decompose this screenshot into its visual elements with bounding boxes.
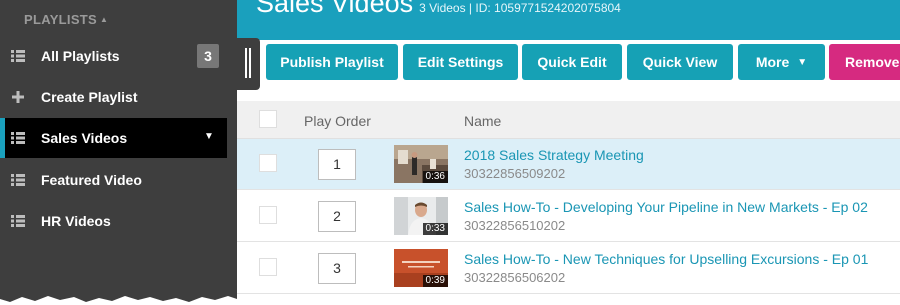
sidebar-item-create-playlist[interactable]: Create Playlist: [0, 77, 227, 117]
handle-grip: [249, 48, 251, 78]
list-icon: [11, 215, 25, 227]
video-duration: 0:33: [422, 223, 448, 235]
table-row[interactable]: 1 0:36 2018 Sales Strategy Meeting 30322…: [237, 139, 900, 190]
list-icon: [11, 174, 25, 186]
table-row[interactable]: 3 0:39 Sales How-To - New Techniques for…: [237, 243, 900, 294]
row-checkbox[interactable]: [259, 258, 277, 276]
video-id: 30322856506202: [464, 270, 566, 285]
video-id: 30322856509202: [464, 166, 566, 181]
video-name-link[interactable]: Sales How-To - Developing Your Pipeline …: [464, 199, 868, 215]
column-header-name[interactable]: Name: [464, 113, 501, 129]
caret-up-icon: ▲: [100, 15, 109, 24]
video-thumbnail[interactable]: 0:33: [394, 197, 448, 235]
page-title: Sales Videos 3 Videos | ID: 1059771524202…: [256, 0, 621, 18]
play-order-input[interactable]: 2: [318, 201, 356, 232]
sidebar-heading[interactable]: PLAYLISTS ▲: [24, 12, 108, 27]
sidebar-item-label: Sales Videos: [41, 130, 128, 146]
active-indicator: [0, 118, 5, 158]
plus-icon: [12, 91, 24, 103]
play-order-input[interactable]: 1: [318, 149, 356, 180]
caret-down-icon: ▼: [797, 56, 808, 68]
playlist-meta: 3 Videos | ID: 1059771524202075804: [419, 1, 621, 15]
sidebar-item-label: Create Playlist: [41, 89, 138, 105]
video-thumbnail[interactable]: 0:36: [394, 145, 448, 183]
caret-down-icon[interactable]: ▼: [204, 131, 214, 142]
torn-edge: [0, 296, 237, 305]
quick-view-button[interactable]: Quick View: [627, 44, 733, 80]
video-thumbnail[interactable]: 0:39: [394, 249, 448, 287]
quick-edit-button[interactable]: Quick Edit: [522, 44, 622, 80]
playlist-count-badge: 3: [197, 44, 219, 68]
table-header: Play Order Name: [237, 101, 900, 139]
remove-button[interactable]: Remove: [829, 44, 900, 80]
sidebar: PLAYLISTS ▲ All Playlists 3 Create Playli…: [0, 0, 237, 305]
row-checkbox[interactable]: [259, 154, 277, 172]
sidebar-collapse-handle[interactable]: [237, 38, 260, 90]
video-duration: 0:36: [422, 171, 448, 183]
more-label: More: [755, 54, 790, 70]
handle-grip: [245, 48, 247, 78]
table-row[interactable]: 2 0:33 Sales How-To - Developing Your Pi…: [237, 191, 900, 242]
more-button[interactable]: More ▼: [738, 44, 825, 80]
video-duration: 0:39: [422, 275, 448, 287]
sidebar-item-label: All Playlists: [41, 48, 120, 64]
sidebar-item-all-playlists[interactable]: All Playlists 3: [0, 36, 227, 76]
sidebar-item-label: Featured Video: [41, 172, 142, 188]
select-all-checkbox[interactable]: [259, 110, 277, 128]
column-header-play-order[interactable]: Play Order: [304, 113, 371, 129]
publish-playlist-button[interactable]: Publish Playlist: [266, 44, 398, 80]
video-name-link[interactable]: 2018 Sales Strategy Meeting: [464, 147, 644, 163]
list-icon: [11, 50, 25, 62]
list-icon: [11, 132, 25, 144]
video-id: 30322856510202: [464, 218, 566, 233]
play-order-input[interactable]: 3: [318, 253, 356, 284]
edit-settings-button[interactable]: Edit Settings: [403, 44, 518, 80]
sidebar-item-label: HR Videos: [41, 213, 111, 229]
sidebar-item-featured-video[interactable]: Featured Video: [0, 160, 227, 200]
video-name-link[interactable]: Sales How-To - New Techniques for Upsell…: [464, 251, 868, 267]
row-checkbox[interactable]: [259, 206, 277, 224]
sidebar-item-sales-videos[interactable]: Sales Videos ▼: [0, 118, 227, 158]
sidebar-item-hr-videos[interactable]: HR Videos: [0, 201, 227, 241]
